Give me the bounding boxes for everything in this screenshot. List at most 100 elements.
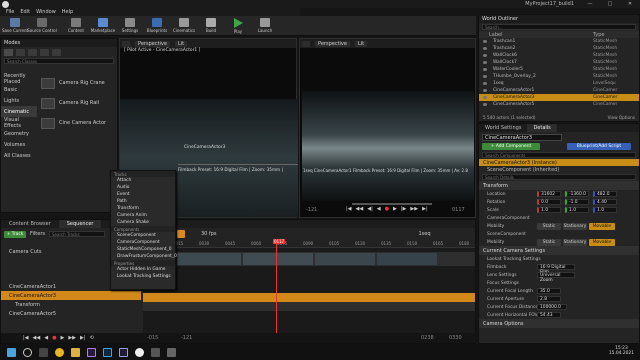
category-lights[interactable]: Lights (1, 95, 37, 106)
premiere-icon[interactable] (87, 347, 96, 357)
track-cinecameraactor5[interactable]: CineCameraActor5 (1, 309, 141, 318)
camera-options-section[interactable]: Camera Options (479, 319, 639, 328)
mobility-movable-1[interactable]: Movable (589, 222, 615, 230)
track-cinecameraactor3[interactable]: CineCameraActor3 (1, 291, 141, 300)
timeline-area[interactable]: 0000001500300045006000750090010501200135… (143, 239, 475, 343)
lookat-row[interactable]: Lookat Tracking Settings (479, 255, 639, 263)
focus-distance-field[interactable]: 100000.0 (537, 304, 567, 310)
tab-sequencer[interactable]: Sequencer (58, 220, 102, 228)
build-button[interactable]: Build (199, 18, 223, 33)
maximize-button[interactable]: □ (600, 0, 620, 8)
outliner-row[interactable]: CineCameraActor5 CineCamer (479, 101, 639, 108)
menu-path[interactable]: Path (111, 198, 175, 205)
windows-icon[interactable] (7, 347, 16, 357)
search-classes-input[interactable]: Search Classes (4, 58, 114, 64)
play-button[interactable]: Play (226, 18, 250, 34)
shot-clip-2[interactable] (243, 253, 313, 265)
geometry-mode-icon[interactable] (52, 48, 61, 56)
search-components-input[interactable]: Search Components (482, 152, 636, 158)
cinecameraactor3-lane[interactable] (143, 293, 475, 302)
tab-world-settings[interactable]: World Settings (479, 124, 527, 132)
visibility-eye-icon[interactable] (483, 47, 487, 50)
skip-end-icon[interactable]: ▶| (422, 206, 428, 212)
play-icon[interactable]: ▶ (393, 206, 397, 212)
mobility-stationary-2[interactable]: Stationary (563, 238, 587, 246)
visibility-eye-icon[interactable] (483, 96, 487, 99)
play-reverse-icon[interactable]: ◀ (377, 206, 381, 212)
visibility-eye-icon[interactable] (483, 103, 487, 106)
location-y[interactable]: -1360.0 (565, 191, 589, 197)
tab-details[interactable]: Details (527, 124, 557, 132)
shot-clip-3[interactable] (315, 253, 375, 265)
minimize-button[interactable]: — (580, 0, 600, 8)
place-mode-icon[interactable] (4, 48, 13, 56)
step-forward-icon[interactable]: |▶ (401, 206, 407, 212)
current-camera-settings-section[interactable]: Current Camera Settings (479, 246, 639, 255)
menu-camera-component[interactable]: CameraComponent (111, 239, 175, 246)
camera-component-row[interactable]: CameraComponent (479, 214, 639, 222)
settings-button[interactable]: Settings (118, 18, 142, 33)
shot-clip-4[interactable] (377, 253, 437, 265)
outliner-row[interactable]: THumbe_Overlay_2 StaticMesh (479, 73, 639, 80)
prev-key-icon[interactable]: ◀◀ (33, 335, 41, 341)
search-details-input[interactable]: Search Details (482, 174, 636, 180)
menu-scene-component[interactable]: SceneComponent (111, 232, 175, 239)
explorer-icon[interactable] (71, 347, 80, 357)
save-current-button[interactable]: Save Current (2, 18, 28, 33)
prev-key-icon[interactable]: ◀◀ (356, 206, 364, 212)
focus-settings-row[interactable]: Focus Settings (479, 279, 639, 287)
tab-content-browser[interactable]: Content Browser (1, 220, 59, 228)
aftereffects-icon[interactable] (119, 347, 128, 357)
col-label[interactable]: Label (489, 32, 503, 38)
menu-actor-hidden-in-game[interactable]: Actor Hidden In Game (111, 266, 175, 273)
source-control-button[interactable]: Source Control (27, 18, 57, 33)
outliner-row[interactable]: WaterCooler5 StaticMesh (479, 66, 639, 73)
rotation-y[interactable]: -1.0 (565, 199, 589, 205)
viewport-left-lit[interactable]: Lit (174, 40, 188, 47)
actor-camera-rig-crane[interactable]: Camera Rig Crane (37, 73, 117, 93)
category-geometry[interactable]: Geometry (1, 128, 37, 139)
outliner-row[interactable]: 1seq LevelSequ (479, 80, 639, 87)
outliner-row[interactable]: CineCameraActor1 CineCamer (479, 87, 639, 94)
playback-scrub[interactable] (352, 203, 432, 205)
filmback-dropdown[interactable]: 16:9 Digital Film (537, 264, 575, 275)
visibility-eye-icon[interactable] (483, 82, 487, 85)
aperture-field[interactable]: 2.8 (537, 296, 561, 302)
visibility-eye-icon[interactable] (483, 89, 487, 92)
timeline-ruler[interactable]: 0000001500300045006000750090010501200135… (143, 240, 475, 248)
viewport-menu-icon[interactable] (302, 40, 310, 47)
focal-length-field[interactable]: 35.0 (537, 288, 561, 294)
view-options-button[interactable]: View Options (608, 115, 635, 120)
playhead[interactable] (276, 240, 277, 343)
scale-x[interactable]: 1.0 (537, 207, 561, 213)
save-sequence-icon[interactable] (177, 230, 185, 238)
viewport-left-perspective[interactable]: Perspective (135, 40, 170, 47)
outliner-row[interactable]: Trashcan2 StaticMesh (479, 45, 639, 52)
scene-component-row[interactable]: SceneComponent (479, 230, 639, 238)
fps-dropdown[interactable]: 30 fps (201, 231, 217, 237)
col-type[interactable]: Type (593, 32, 604, 38)
menu-draw-frustum-component[interactable]: DrawFrustumComponent_0 (111, 253, 177, 260)
actor-camera-rig-rail[interactable]: Camera Rig Rail (37, 93, 117, 113)
actor-name-field[interactable]: CineCameraActor3 (482, 134, 562, 141)
next-key-icon[interactable]: ▶▶ (68, 335, 76, 341)
transform-lane[interactable] (143, 302, 475, 311)
location-z[interactable]: 482.0 (593, 191, 617, 197)
transform-section[interactable]: Transform (479, 181, 639, 190)
viewport-menu-icon[interactable] (122, 40, 130, 47)
mobility-static-2[interactable]: Static (537, 238, 561, 246)
category-all-classes[interactable]: All Classes (1, 150, 37, 161)
category-cinematic[interactable]: Cinematic (1, 106, 37, 117)
close-button[interactable]: ✕ (620, 0, 640, 8)
content-button[interactable]: Content (64, 18, 88, 33)
skip-end-icon[interactable]: ▶| (80, 335, 86, 341)
skip-start-icon[interactable]: |◀ (23, 335, 29, 341)
outliner-search[interactable]: Search... (482, 24, 636, 30)
marketplace-button[interactable]: Marketplace (91, 18, 115, 33)
category-volumes[interactable]: Volumes (1, 139, 37, 150)
play-icon[interactable]: ▶ (60, 335, 64, 341)
menu-event[interactable]: Event (111, 191, 175, 198)
blueprint-script-button[interactable]: Blueprint/Add Script (567, 143, 631, 150)
visibility-eye-icon[interactable] (483, 68, 487, 71)
photoshop-icon[interactable] (103, 347, 112, 357)
